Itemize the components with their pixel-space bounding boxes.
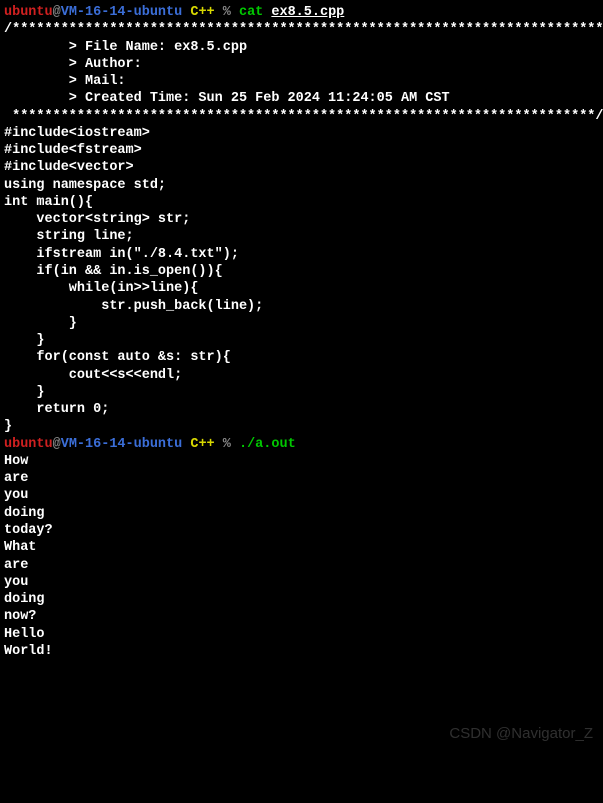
prompt-user: ubuntu <box>4 5 53 20</box>
prompt-host: VM-16-14-ubuntu <box>61 5 183 20</box>
prompt-line-2[interactable]: ubuntu@VM-16-14-ubuntu C++ % ./a.out <box>4 436 599 453</box>
code-line: #include<fstream> <box>4 142 599 159</box>
output-line: you <box>4 574 599 591</box>
watermark: CSDN @Navigator_Z <box>449 724 593 743</box>
output-line: doing <box>4 505 599 522</box>
output-line: World! <box>4 643 599 660</box>
code-line: str.push_back(line); <box>4 298 599 315</box>
prompt-pct: % <box>215 5 239 20</box>
code-line: #include<iostream> <box>4 125 599 142</box>
output-line: are <box>4 470 599 487</box>
output-line: now? <box>4 608 599 625</box>
code-line: using namespace std; <box>4 177 599 194</box>
code-line: } <box>4 315 599 332</box>
code-line: vector<string> str; <box>4 211 599 228</box>
prompt-at: @ <box>53 5 61 20</box>
code-line: cout<<s<<endl; <box>4 367 599 384</box>
output-line: doing <box>4 591 599 608</box>
code-line: > Mail: <box>4 73 599 90</box>
output-line: are <box>4 557 599 574</box>
prompt-host: VM-16-14-ubuntu <box>61 437 183 452</box>
code-line: } <box>4 418 599 435</box>
code-line: /***************************************… <box>4 21 599 38</box>
output-line: What <box>4 539 599 556</box>
prompt-dir: C++ <box>182 5 214 20</box>
prompt-at: @ <box>53 437 61 452</box>
code-line: > Author: <box>4 56 599 73</box>
code-line: while(in>>line){ <box>4 280 599 297</box>
output-line: you <box>4 487 599 504</box>
prompt-pct: % <box>215 437 239 452</box>
terminal-content: ubuntu@VM-16-14-ubuntu C++ % cat ex8.5.c… <box>4 4 599 660</box>
output-line: Hello <box>4 626 599 643</box>
command-cat: cat <box>239 5 271 20</box>
output-line: today? <box>4 522 599 539</box>
code-line: } <box>4 332 599 349</box>
prompt-user: ubuntu <box>4 437 53 452</box>
code-line: int main(){ <box>4 194 599 211</box>
code-line: string line; <box>4 228 599 245</box>
command-run: ./a.out <box>239 437 296 452</box>
code-line: ****************************************… <box>4 108 599 125</box>
code-line: > Created Time: Sun 25 Feb 2024 11:24:05… <box>4 90 599 107</box>
code-line: #include<vector> <box>4 159 599 176</box>
code-line: } <box>4 384 599 401</box>
code-line: return 0; <box>4 401 599 418</box>
output-line: How <box>4 453 599 470</box>
filename: ex8.5.cpp <box>271 5 344 20</box>
prompt-line-1[interactable]: ubuntu@VM-16-14-ubuntu C++ % cat ex8.5.c… <box>4 4 599 21</box>
code-line: for(const auto &s: str){ <box>4 349 599 366</box>
code-line: > File Name: ex8.5.cpp <box>4 39 599 56</box>
code-line: if(in && in.is_open()){ <box>4 263 599 280</box>
prompt-dir: C++ <box>182 437 214 452</box>
code-line: ifstream in("./8.4.txt"); <box>4 246 599 263</box>
